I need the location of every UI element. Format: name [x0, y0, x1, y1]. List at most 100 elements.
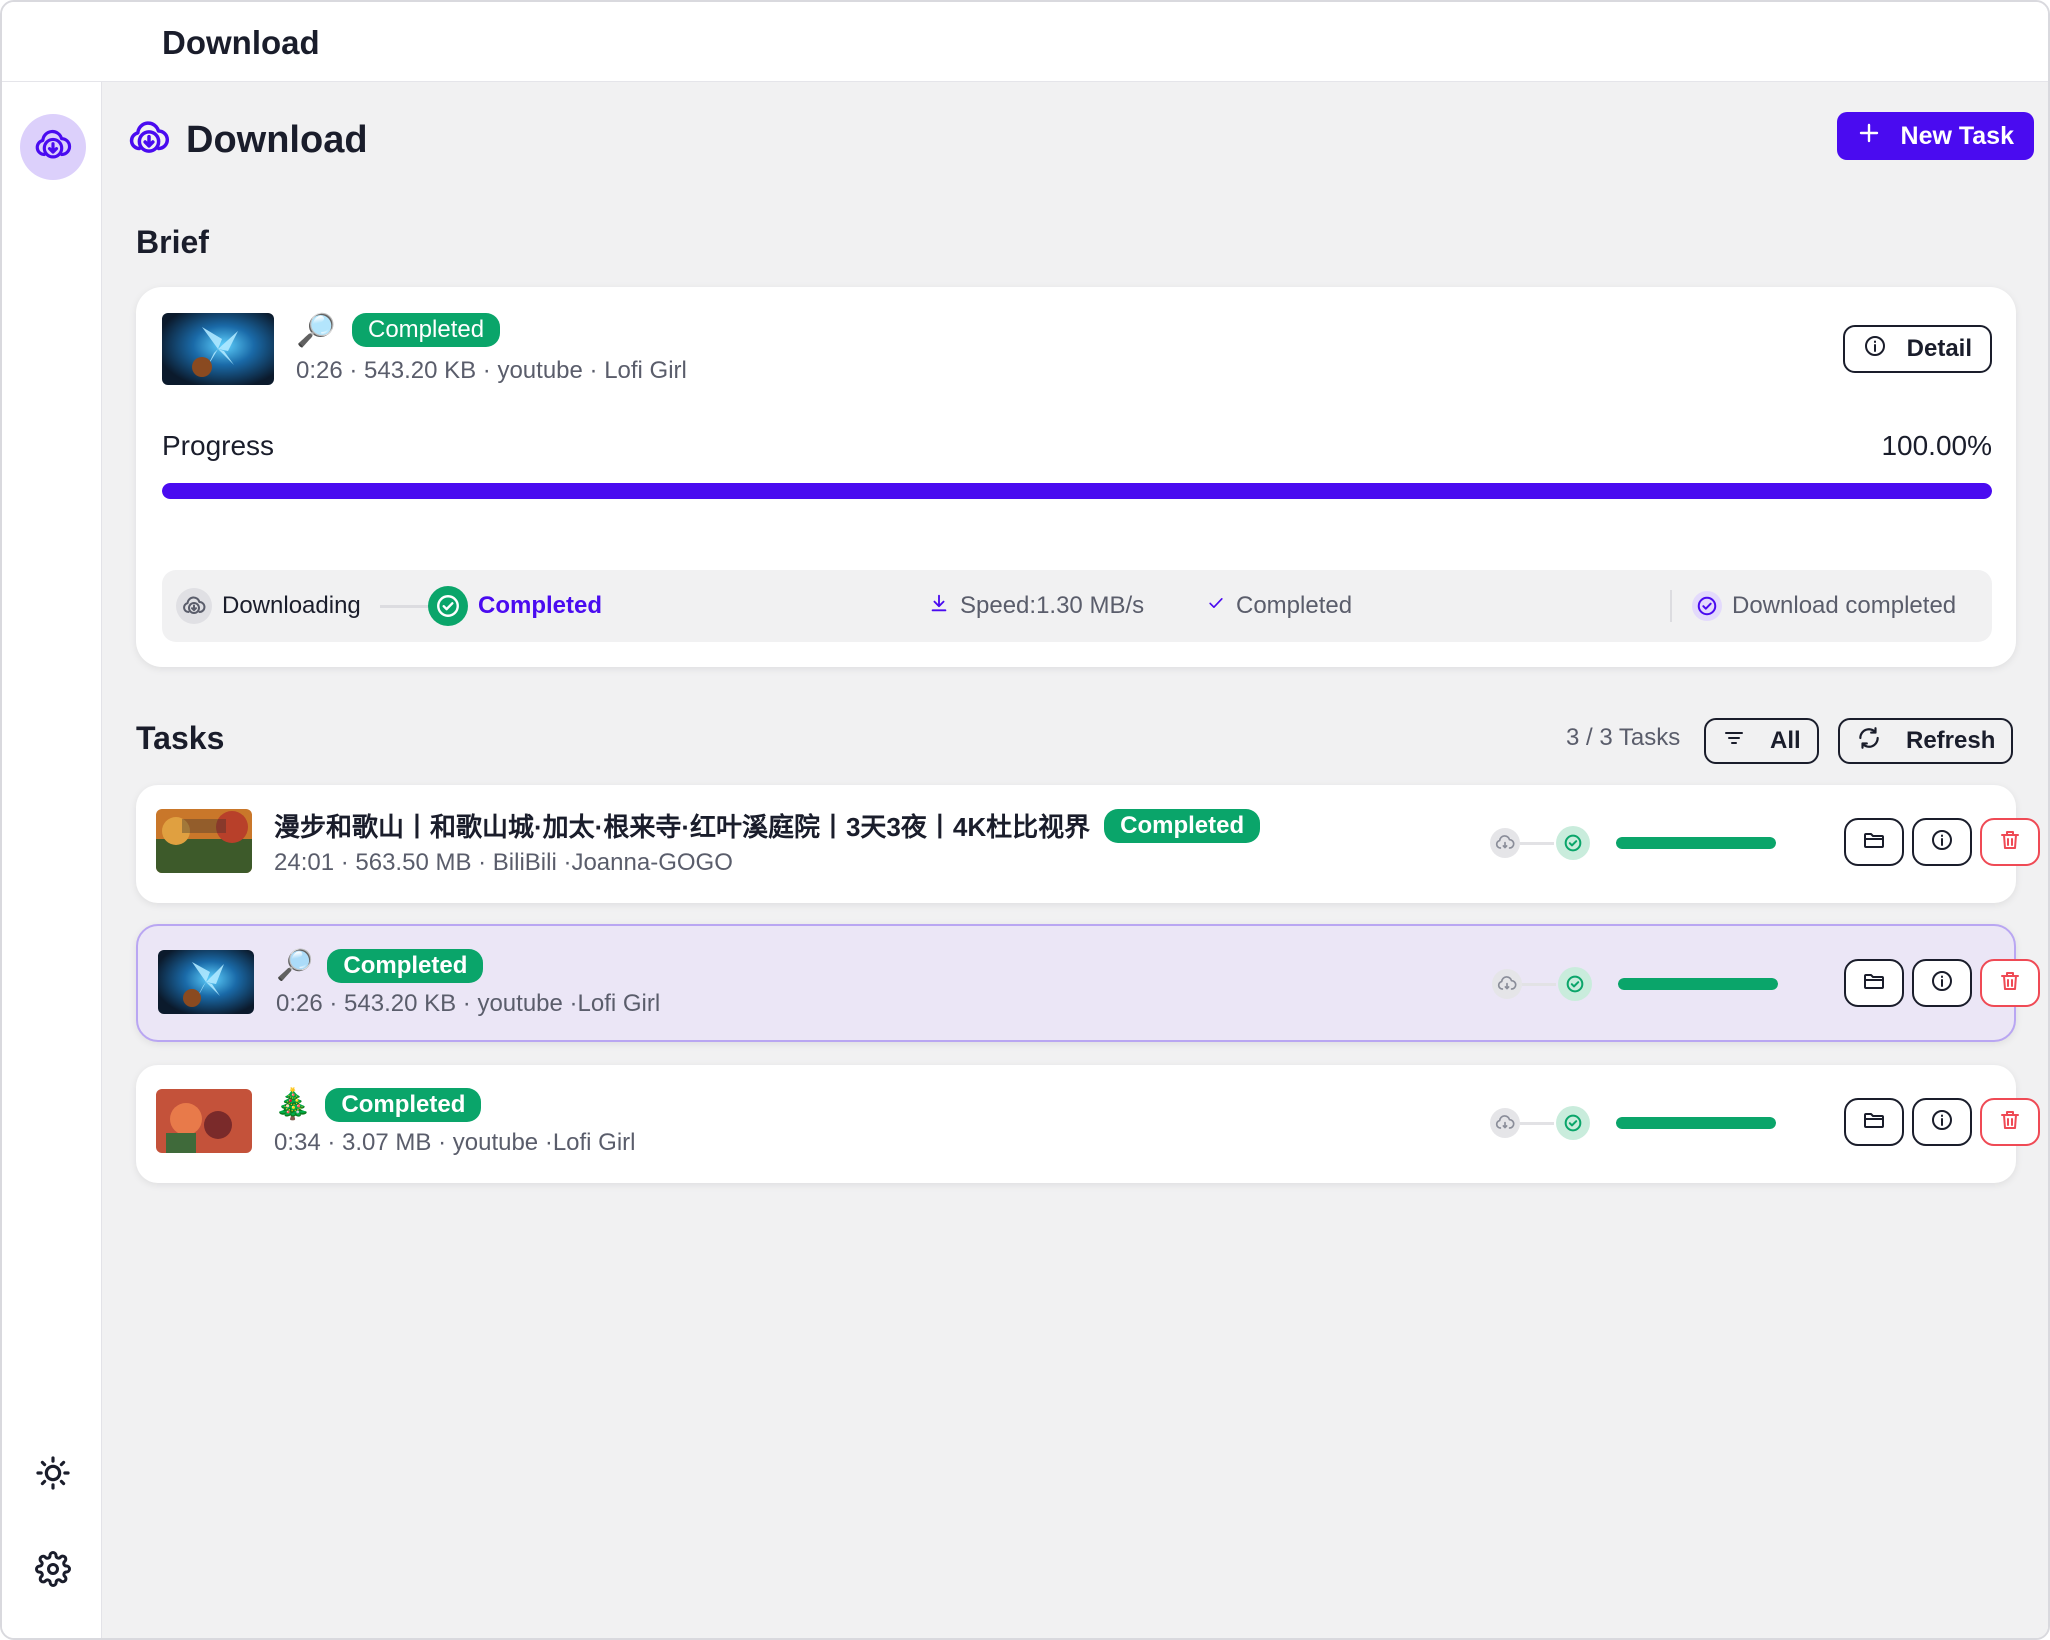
task-progress-bar	[1616, 837, 1776, 849]
trash-icon	[1998, 1108, 2022, 1137]
progress-value: 100.00%	[1881, 430, 1992, 461]
gear-icon	[35, 1550, 71, 1592]
cloud-download-icon	[128, 117, 170, 164]
delete-task-button[interactable]	[1980, 959, 2040, 1007]
state-value: Completed	[1236, 592, 1353, 619]
task-meta: 0:34 · 3.07 MB · youtube ·Lofi Girl	[274, 1129, 636, 1156]
new-task-button[interactable]: New Task	[1836, 112, 2034, 160]
detail-button[interactable]: Detail	[1842, 325, 1992, 373]
task-title: 🔎 Completed	[276, 948, 484, 983]
state-stat: Completed	[1206, 570, 1352, 642]
theme-toggle-button[interactable]	[20, 1442, 86, 1508]
download-message: Download completed	[1692, 570, 1956, 642]
status-badge: Completed	[327, 948, 484, 983]
window-title: Download	[162, 24, 320, 61]
speed-value: Speed:1.30 MB/s	[960, 592, 1145, 619]
task-meta: 0:26 · 543.20 KB · youtube ·Lofi Girl	[276, 990, 661, 1017]
sun-icon	[34, 1454, 72, 1497]
status-badge: Completed	[325, 1087, 482, 1122]
cloud-download-icon	[176, 588, 212, 624]
app-window: Download Download New Task Brief 🔎 Compl…	[0, 0, 2050, 1640]
task-status-steps	[1490, 823, 1600, 863]
task-row[interactable]: 漫步和歌山丨和歌山城·加太·根来寺·红叶溪庭院丨3天3夜丨4K杜比视界 Comp…	[136, 785, 2040, 903]
download-message-text: Download completed	[1732, 592, 1957, 619]
folder-icon	[1862, 828, 1886, 857]
plus-icon	[1857, 121, 1881, 152]
refresh-button[interactable]: Refresh	[1838, 718, 2014, 764]
task-row[interactable]: 🔎 Completed 0:26 · 543.20 KB · youtube ·…	[136, 924, 2040, 1042]
task-title: 🎄 Completed	[274, 1087, 482, 1122]
video-thumbnail	[156, 809, 252, 873]
task-row[interactable]: 🎄 Completed 0:34 · 3.07 MB · youtube ·Lo…	[136, 1065, 2040, 1183]
progress-label: Progress	[162, 430, 275, 461]
check-circle-icon	[1692, 591, 1722, 621]
cloud-download-icon	[1490, 1108, 1520, 1138]
brief-section-title: Brief	[136, 224, 209, 260]
open-folder-button[interactable]	[1844, 959, 1904, 1007]
step-completed: Completed	[428, 570, 602, 642]
trash-icon	[1998, 828, 2022, 857]
title-bar: Download	[2, 2, 2048, 82]
step-completed-label: Completed	[478, 592, 603, 619]
filter-button[interactable]: All	[1704, 718, 1819, 764]
video-thumbnail	[158, 950, 254, 1014]
task-progress-bar	[1618, 978, 1778, 990]
task-title-text: 🎄	[274, 1088, 312, 1121]
check-circle-icon	[1558, 967, 1592, 1001]
open-folder-button[interactable]	[1844, 818, 1904, 866]
check-circle-icon	[1556, 826, 1590, 860]
step-connector	[1520, 842, 1554, 845]
task-status-steps	[1490, 1103, 1600, 1143]
status-badge: Completed	[1104, 808, 1261, 843]
folder-icon	[1862, 969, 1886, 998]
delete-task-button[interactable]	[1980, 818, 2040, 866]
step-connector	[1522, 983, 1556, 986]
task-progress-fill	[1616, 837, 1776, 849]
open-folder-button[interactable]	[1844, 1098, 1904, 1146]
cloud-download-icon	[1490, 828, 1520, 858]
speed-stat: Speed:1.30 MB/s	[928, 570, 1144, 642]
step-downloading: Downloading	[176, 570, 361, 642]
delete-task-button[interactable]	[1980, 1098, 2040, 1146]
check-circle-icon	[1556, 1106, 1590, 1140]
check-icon	[1206, 592, 1226, 620]
task-status-steps	[1492, 964, 1602, 1004]
task-title-text: 漫步和歌山丨和歌山城·加太·根来寺·红叶溪庭院丨3天3夜丨4K杜比视界	[274, 812, 1091, 842]
sidebar-item-download[interactable]	[20, 114, 86, 180]
task-info-button[interactable]	[1912, 1098, 1972, 1146]
main-content: Download New Task Brief 🔎 Completed 0:26…	[102, 82, 2048, 1638]
check-circle-icon	[428, 586, 468, 626]
sidebar	[2, 82, 102, 1638]
task-progress-fill	[1618, 978, 1778, 990]
task-progress-bar	[1616, 1117, 1776, 1129]
video-thumbnail	[156, 1089, 252, 1153]
filter-icon	[1722, 726, 1746, 757]
task-meta: 24:01 · 563.50 MB · BiliBili ·Joanna-GOG…	[274, 849, 733, 876]
info-icon	[1930, 828, 1954, 857]
progress-fill	[162, 483, 1992, 499]
trash-icon	[1998, 969, 2022, 998]
task-title: 漫步和歌山丨和歌山城·加太·根来寺·红叶溪庭院丨3天3夜丨4K杜比视界 Comp…	[274, 807, 1261, 844]
task-info-button[interactable]	[1912, 959, 1972, 1007]
title-emoji: 🔎	[296, 312, 336, 348]
info-icon	[1930, 1108, 1954, 1137]
page-title: Download	[186, 118, 368, 161]
status-strip: Downloading Completed Speed:1.30 MB/s Co…	[162, 570, 1992, 642]
strip-divider	[1670, 590, 1672, 622]
filter-label: All	[1770, 727, 1801, 754]
info-icon	[1930, 969, 1954, 998]
progress-bar	[162, 483, 1992, 499]
task-info-button[interactable]	[1912, 818, 1972, 866]
detail-label: Detail	[1906, 335, 1972, 362]
step-connector	[1520, 1122, 1554, 1125]
tasks-count: 3 / 3 Tasks	[1566, 724, 1681, 751]
page-header: Download	[128, 112, 368, 168]
tasks-section-title: Tasks	[136, 720, 225, 756]
refresh-label: Refresh	[1906, 727, 1996, 754]
settings-button[interactable]	[20, 1538, 86, 1604]
cloud-download-icon	[34, 126, 72, 169]
download-arrow-icon	[928, 592, 950, 621]
cloud-download-icon	[1492, 969, 1522, 999]
refresh-icon	[1856, 725, 1882, 758]
video-thumbnail	[162, 313, 274, 385]
